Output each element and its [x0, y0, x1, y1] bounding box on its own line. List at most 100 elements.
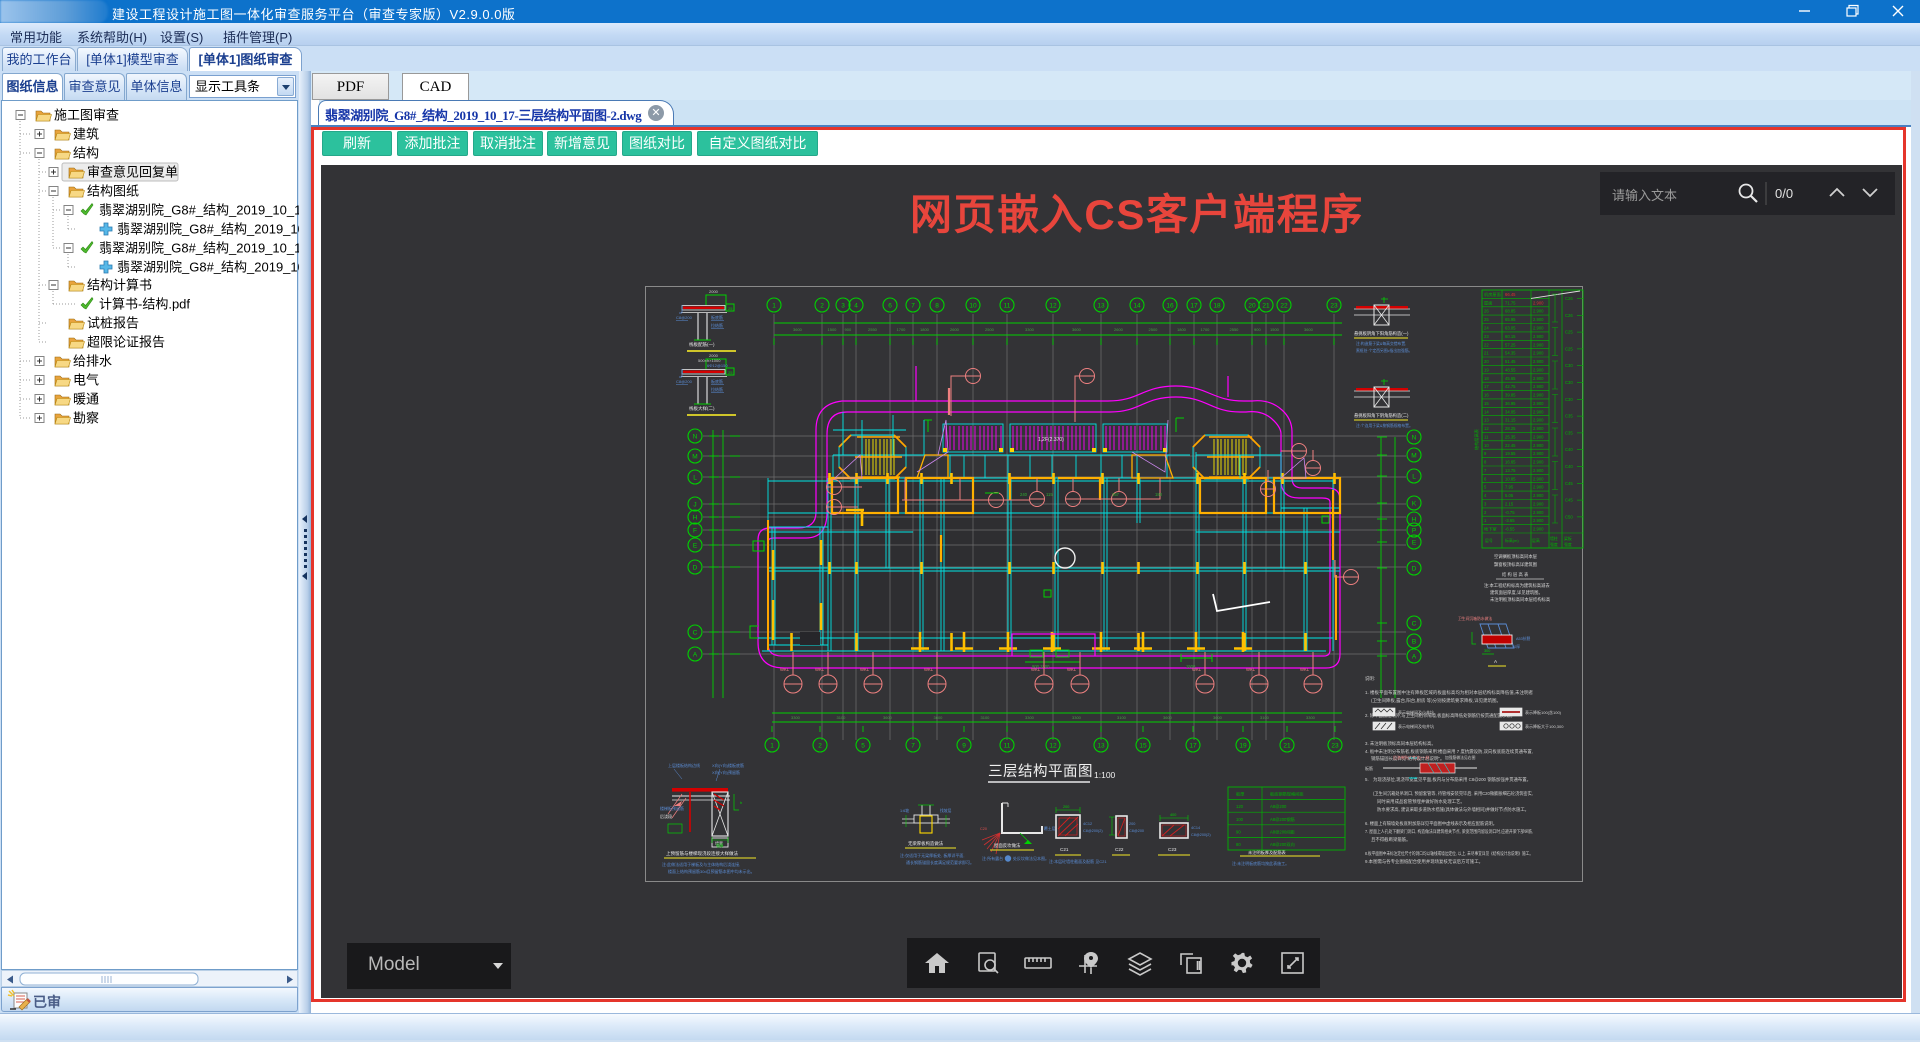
svg-text:A: A	[1494, 659, 1498, 664]
svg-text:处反坎做法见本图。: 处反坎做法见本图。	[1013, 855, 1049, 861]
svg-text:2.900: 2.900	[1533, 518, 1544, 523]
svg-text:(卫生间降板,露台,阳台,厨房 等)分别按建筑要求降板,详见: (卫生间降板,露台,阳台,厨房 等)分别按建筑要求降板,详见建筑图。	[1371, 697, 1501, 704]
svg-text:900: 900	[1254, 327, 1261, 332]
svg-text:7: 7	[911, 743, 915, 750]
svg-text:结构计算书: 结构计算书	[87, 278, 152, 293]
svg-text:240: 240	[1020, 492, 1028, 497]
svg-text:C40: C40	[1565, 464, 1573, 469]
svg-text:2.900: 2.900	[1533, 401, 1544, 406]
svg-text:4C14: 4C14	[1191, 826, 1200, 830]
svg-text:2600: 2600	[1114, 327, 1124, 332]
svg-text:上预留筋与楼梯现浇段连接大样做法: 上预留筋与楼梯现浇段连接大样做法	[666, 850, 738, 857]
svg-text:C22: C22	[1115, 847, 1124, 852]
svg-text:D: D	[693, 565, 698, 572]
svg-text:36.95: 36.95	[1505, 401, 1516, 406]
svg-text:悬挑板阴角下阳角筋构造(一): 悬挑板阴角下阳角筋构造(一)	[1354, 330, 1409, 337]
svg-text:2.900: 2.900	[1533, 309, 1544, 314]
svg-text:2.900: 2.900	[1533, 502, 1544, 507]
svg-text:N: N	[1412, 435, 1417, 442]
svg-text:P: P	[1412, 528, 1416, 535]
svg-text:6Φ12@150: 6Φ12@150	[707, 363, 728, 368]
svg-text:1: 1	[1484, 518, 1487, 523]
svg-text:C8@200: C8@200	[676, 379, 693, 384]
svg-text:2.900: 2.900	[1533, 434, 1544, 439]
svg-text:25: 25	[728, 370, 733, 375]
svg-text:3300: 3300	[1025, 715, 1035, 720]
svg-text:68.85: 68.85	[1505, 309, 1516, 314]
svg-text:80: 80	[1236, 842, 1241, 847]
svg-text:2.900: 2.900	[1533, 359, 1544, 364]
svg-text:结构层高表: 结构层高表	[1473, 428, 1480, 450]
svg-text:31.15: 31.15	[1505, 418, 1516, 423]
svg-text:机房屋面: 机房屋面	[1484, 291, 1501, 298]
svg-text:K: K	[1412, 501, 1417, 508]
svg-text:23: 23	[1484, 334, 1489, 339]
svg-text:注:未注明板底筋均按此表施工。: 注:未注明板底筋均按此表施工。	[1232, 860, 1289, 866]
svg-text:12: 12	[1049, 743, 1057, 750]
svg-text:表示电梯间及小井坑: 表示电梯间及小井坑	[1398, 709, 1434, 715]
svg-text:表示降板100(含100): 表示降板100(含100)	[1525, 709, 1562, 715]
svg-text:楼面上结构预留筋30d且预留筋本图中均未示出。: 楼面上结构预留筋30d且预留筋本图中均未示出。	[668, 868, 755, 874]
svg-text:C40: C40	[1565, 447, 1573, 452]
svg-text:注:仅适用于无梁厚板处, 板厚详平面,: 注:仅适用于无梁厚板处, 板厚详平面,	[900, 852, 964, 858]
svg-text:23: 23	[1331, 743, 1339, 750]
svg-text:C8@200(2): C8@200(2)	[1083, 829, 1103, 833]
svg-text:空调搁板顶标高同本层: 空调搁板顶标高同本层	[1494, 553, 1538, 560]
svg-text:200: 200	[1129, 822, 1135, 826]
svg-text:20: 20	[1484, 359, 1489, 364]
svg-text:2.900: 2.900	[1533, 451, 1544, 456]
svg-text:23: 23	[1330, 303, 1338, 310]
svg-text:X向(Y向)楼板底筋: X向(Y向)楼板底筋	[712, 762, 744, 768]
svg-text:建筑: 建筑	[73, 127, 99, 142]
svg-text:17: 17	[1190, 303, 1198, 310]
svg-text:楼梯板预留筋: 楼梯板预留筋	[660, 805, 684, 811]
svg-text:2.900: 2.900	[1533, 510, 1544, 515]
svg-text:17: 17	[1484, 384, 1489, 389]
svg-text:3600: 3600	[1213, 715, 1223, 720]
svg-text:19.55: 19.55	[1505, 451, 1516, 456]
svg-text:A8@200钢筋: A8@200钢筋	[1270, 816, 1295, 823]
svg-text:墙柱: 墙柱	[1550, 536, 1558, 541]
svg-text:地下室: 地下室	[1484, 526, 1497, 533]
svg-text:5: 5	[861, 743, 865, 750]
svg-text:暖通: 暖通	[73, 392, 99, 407]
svg-text:4: 4	[1484, 493, 1487, 498]
svg-text:25: 25	[1484, 317, 1489, 322]
svg-text:42.75: 42.75	[1505, 384, 1516, 389]
svg-text:卫生间沉箱防水做法: 卫生间沉箱防水做法	[1458, 616, 1492, 621]
svg-text:66.45: 66.45	[1505, 292, 1516, 297]
svg-text:8: 8	[935, 303, 939, 310]
svg-text:勘察: 勘察	[73, 411, 99, 426]
svg-text:黑框处·个定西另图c指出加强筋。: 黑框处·个定西另图c指出加强筋。	[1356, 348, 1412, 353]
svg-text:板底筋: 板底筋	[711, 378, 723, 384]
svg-text:M: M	[692, 454, 697, 461]
svg-text:51.45: 51.45	[1505, 359, 1516, 364]
svg-text:审查意见回复单: 审查意见回复单	[87, 165, 178, 180]
svg-text:A: A	[693, 652, 698, 659]
svg-text:C25: C25	[1565, 346, 1573, 351]
svg-text:12: 12	[1484, 426, 1489, 431]
svg-text:19: 19	[1239, 743, 1247, 750]
svg-text:2.900: 2.900	[1533, 342, 1544, 347]
svg-text:WKL: WKL	[815, 667, 825, 672]
svg-text:1: 1	[772, 303, 776, 310]
svg-text:板厚: 板厚	[1236, 791, 1244, 798]
svg-text:1500: 1500	[1270, 327, 1280, 332]
svg-text:2.900: 2.900	[1533, 317, 1544, 322]
svg-text:45.65: 45.65	[1505, 376, 1516, 381]
svg-text:2.900: 2.900	[1533, 384, 1544, 389]
svg-text:上层楼板结构边线: 上层楼板结构边线	[668, 762, 700, 768]
svg-text:C25: C25	[1565, 330, 1573, 335]
svg-text:C26: C26	[1565, 296, 1573, 301]
svg-text:22: 22	[1484, 342, 1489, 347]
svg-text:24: 24	[1484, 326, 1489, 331]
svg-text:5: 5	[1484, 485, 1487, 490]
svg-text:未注明板顶标高同本层结构标高: 未注明板顶标高同本层结构标高	[1490, 596, 1551, 603]
svg-text:17: 17	[1189, 743, 1197, 750]
svg-text:拉结筋: 拉结筋	[711, 322, 723, 328]
svg-text:2.900: 2.900	[1533, 300, 1544, 305]
svg-text:50厚: 50厚	[1512, 644, 1520, 649]
svg-text:25.35: 25.35	[1505, 434, 1516, 439]
svg-text:WKL: WKL	[1031, 667, 1041, 672]
svg-text:3600: 3600	[934, 715, 944, 720]
